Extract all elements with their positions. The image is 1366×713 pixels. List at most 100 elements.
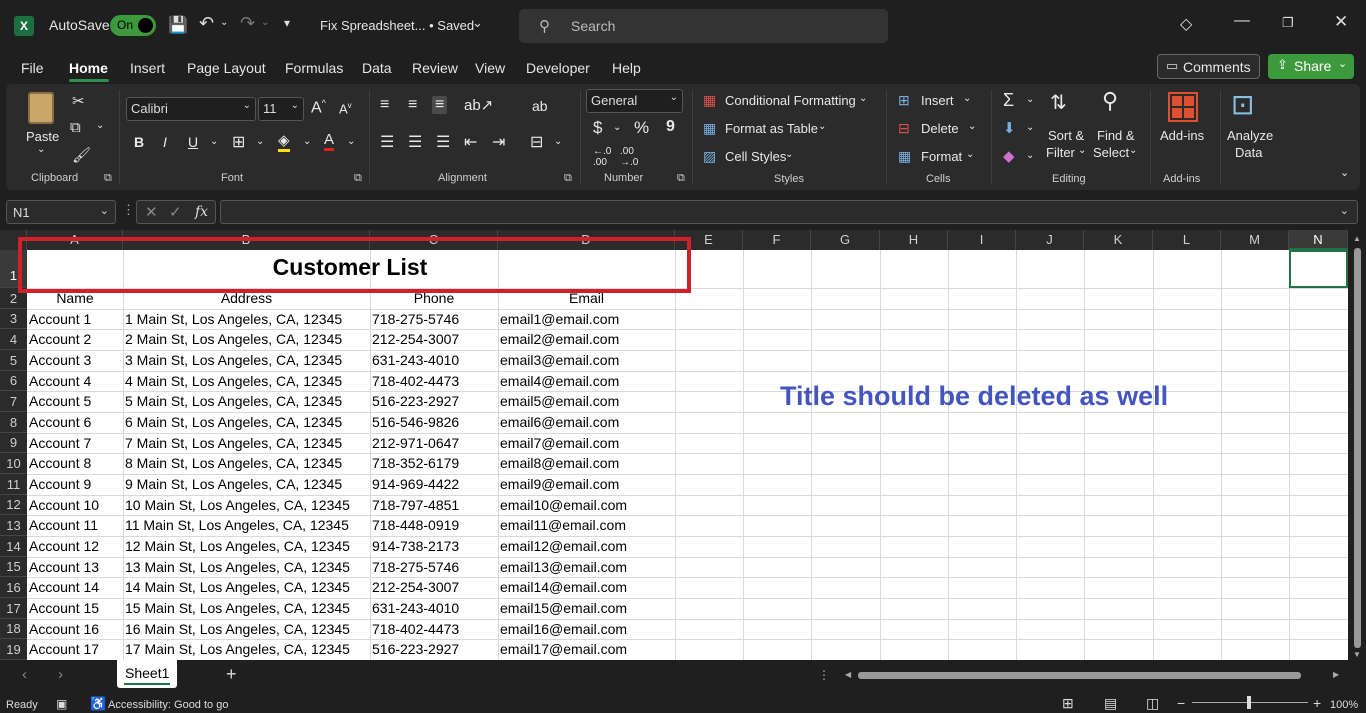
more-icon[interactable]: ⋮ [122,202,135,218]
cell[interactable]: Account 12 [29,538,99,554]
cell[interactable]: 718-275-5746 [372,559,459,575]
cell[interactable]: 8 Main St, Los Angeles, CA, 12345 [125,455,342,471]
cell[interactable]: email1@email.com [500,311,619,327]
clipboard-launcher-icon[interactable]: ⧉ [104,172,112,185]
increase-indent-icon[interactable]: ⇥ [492,132,505,152]
row-header[interactable]: 19 [0,639,27,660]
autosum-icon[interactable]: Σ [1003,90,1014,111]
cell[interactable]: Account 6 [29,414,91,430]
font-color-chevron-icon[interactable]: ⌄ [347,136,355,147]
find-select-label-2[interactable]: Select [1093,145,1129,160]
filename-chevron-icon[interactable]: ⌄ [472,15,483,31]
cell[interactable]: Account 2 [29,331,91,347]
worksheet-grid[interactable]: ABCDEFGHIJKLMN 1 2 3 4 5 6 7 8 9 10 11 12 13 14 15 16 17… [0,230,1348,660]
chevron-down-icon[interactable]: ⌄ [818,121,826,132]
column-header-h[interactable]: H [880,230,948,250]
accessibility-status[interactable]: Accessibility: Good to go [108,699,228,711]
undo-dropdown-icon[interactable]: ⌄ [220,17,228,28]
middle-align-icon[interactable]: ≡ [408,96,417,114]
clear-chevron-icon[interactable]: ⌄ [1026,150,1034,161]
cell[interactable]: 718-402-4473 [372,621,459,637]
search-box[interactable]: ⚲ Search [519,9,888,43]
zoom-out-icon[interactable]: − [1177,695,1185,711]
cell[interactable]: 212-971-0647 [372,435,459,451]
column-header-i[interactable]: I [948,230,1016,250]
font-launcher-icon[interactable]: ⧉ [354,172,362,185]
cell[interactable]: Account 16 [29,621,99,637]
cell[interactable]: 718-797-4851 [372,497,459,513]
comma-button[interactable]: 9 [666,118,675,136]
row-header[interactable]: 6 [0,371,27,391]
row-header[interactable]: 11 [0,474,27,495]
number-launcher-icon[interactable]: ⧉ [677,172,685,185]
top-align-icon[interactable]: ≡ [380,96,389,114]
insert-cells-icon[interactable]: ⊞ [898,92,910,109]
borders-icon[interactable]: ⊞ [232,132,245,152]
cell[interactable]: email13@email.com [500,559,627,575]
cell[interactable]: Account 14 [29,579,99,595]
file-name[interactable]: Fix Spreadsheet... • Saved [320,18,474,33]
copy-chevron-icon[interactable]: ⌄ [96,120,104,131]
cancel-icon[interactable]: ✕ [145,203,158,221]
save-icon[interactable]: 💾 [168,15,188,35]
alignment-launcher-icon[interactable]: ⧉ [564,172,572,185]
cell[interactable]: email14@email.com [500,579,627,595]
cell[interactable]: email11@email.com [500,517,626,533]
insert-cells-button[interactable]: Insert [921,93,954,108]
enter-icon[interactable]: ✓ [169,203,182,221]
paste-chevron-icon[interactable]: ⌄ [37,144,45,155]
cell[interactable]: 11 Main St, Los Angeles, CA, 12345 [125,517,349,533]
scroll-right-icon[interactable]: ▶ [1333,670,1339,679]
column-header-f[interactable]: F [743,230,811,250]
insert-function-button[interactable]: fx [195,204,208,220]
cell[interactable]: 13 Main St, Los Angeles, CA, 12345 [125,559,350,575]
cell[interactable]: Account 5 [29,393,91,409]
tab-file[interactable]: File [21,60,44,76]
currency-chevron-icon[interactable]: ⌄ [613,122,621,133]
add-ins-icon[interactable] [1168,92,1198,122]
selected-cell-n1[interactable] [1289,250,1348,288]
clear-icon[interactable]: ◆ [1003,147,1015,165]
horizontal-scroll-thumb[interactable] [858,672,1301,679]
paste-button[interactable]: Paste [26,129,59,144]
cell[interactable]: 17 Main St, Los Angeles, CA, 12345 [125,641,350,657]
decrease-decimal-icon[interactable]: .00 →.0 [620,146,638,168]
scroll-down-icon[interactable]: ▼ [1353,650,1361,659]
paste-icon[interactable] [28,92,54,124]
cell[interactable]: Account 7 [29,435,91,451]
row-header[interactable]: 5 [0,350,27,371]
format-as-table-button[interactable]: Format as Table [725,121,818,136]
zoom-in-icon[interactable]: + [1313,695,1321,711]
row-header[interactable]: 15 [0,557,27,577]
column-header-g[interactable]: G [811,230,880,250]
zoom-slider-thumb[interactable] [1247,696,1251,709]
cell[interactable]: 212-254-3007 [372,579,459,595]
cell[interactable]: Account 8 [29,455,91,471]
number-format-select[interactable]: General ⌄ [586,89,683,113]
align-left-icon[interactable]: ☰ [380,132,394,152]
chevron-down-icon[interactable]: ⌄ [966,149,974,160]
conditional-formatting-button[interactable]: Conditional Formatting [725,93,856,108]
tab-formulas[interactable]: Formulas [285,60,343,76]
name-box[interactable]: N1 ⌄ [6,200,116,224]
cell-styles-icon[interactable]: ▨ [703,148,716,165]
chevron-down-icon[interactable]: ⌄ [1129,145,1137,156]
copy-icon[interactable]: ⧉ [70,119,81,136]
underline-button[interactable]: U [188,134,198,150]
cell[interactable]: email7@email.com [500,435,619,451]
cell[interactable]: 516-223-2927 [372,641,459,657]
cell[interactable]: 212-254-3007 [372,331,459,347]
row-header[interactable]: 4 [0,329,27,350]
cell[interactable]: email17@email.com [500,641,627,657]
row-header[interactable]: 10 [0,453,27,474]
diamond-icon[interactable]: ◇ [1180,14,1192,34]
tab-view[interactable]: View [475,60,505,76]
sort-filter-label-1[interactable]: Sort & [1048,128,1084,143]
find-select-icon[interactable]: ⚲ [1102,88,1118,114]
cell[interactable]: 3 Main St, Los Angeles, CA, 12345 [125,352,342,368]
font-size-select[interactable]: 11 ⌄ [258,97,304,121]
cell[interactable]: email15@email.com [500,600,627,616]
fill-icon[interactable]: ⬇ [1003,119,1016,137]
align-right-icon[interactable]: ☰ [436,132,450,152]
cell[interactable]: Account 9 [29,476,91,492]
